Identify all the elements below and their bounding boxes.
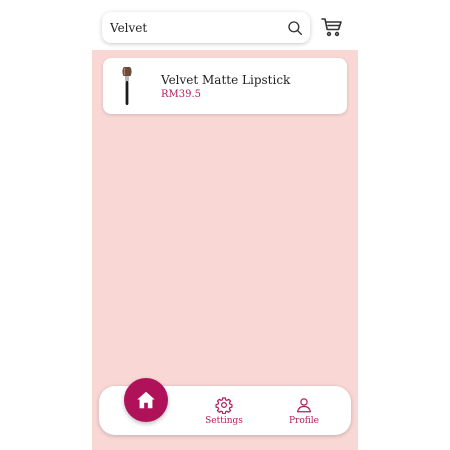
search-icon[interactable] <box>286 19 304 37</box>
nav-settings-label: Settings <box>205 416 243 426</box>
app-screen: Velvet Matte Lipstick RM39.5 Settings Pr… <box>92 0 358 450</box>
gear-icon <box>215 397 233 414</box>
search-result-item[interactable]: Velvet Matte Lipstick RM39.5 <box>103 58 347 114</box>
cart-icon[interactable] <box>320 15 344 39</box>
nav-profile[interactable]: Profile <box>279 396 329 432</box>
product-name: Velvet Matte Lipstick <box>161 73 291 87</box>
user-icon <box>297 398 311 413</box>
nav-profile-label: Profile <box>289 416 319 426</box>
search-bar[interactable] <box>102 12 310 43</box>
search-input[interactable] <box>110 20 286 35</box>
makeup-brush-icon <box>122 67 132 105</box>
home-button[interactable] <box>124 378 168 422</box>
home-icon <box>137 391 155 409</box>
nav-settings[interactable]: Settings <box>199 396 249 432</box>
product-price: RM39.5 <box>161 89 202 100</box>
